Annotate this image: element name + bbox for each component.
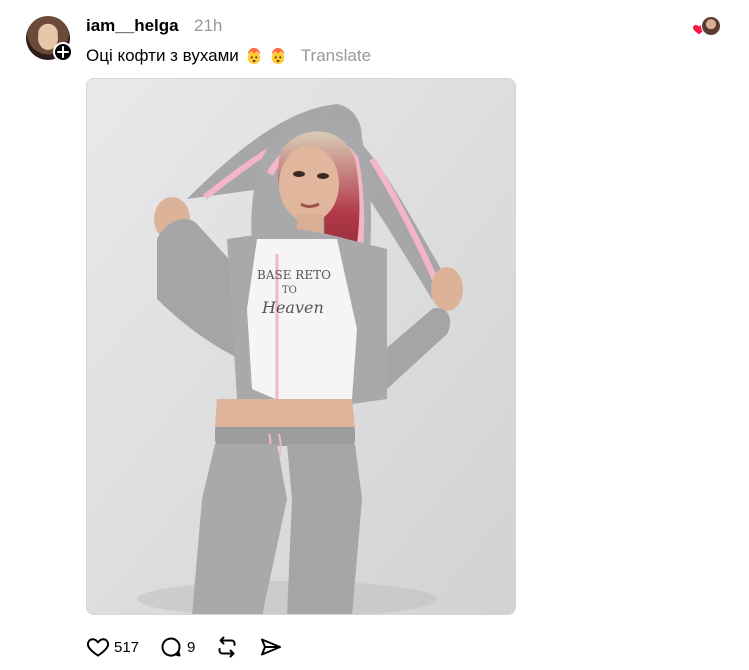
- reply-button[interactable]: 9: [159, 635, 195, 659]
- plus-icon: [57, 46, 69, 58]
- comment-icon: [161, 637, 181, 657]
- exploding-head-emoji: [247, 47, 261, 65]
- photo-illustration: BASE RETO TO Heaven: [87, 79, 515, 614]
- tshirt-text-line1: BASE RETO: [257, 268, 331, 282]
- post-action-bar: 517 9: [86, 634, 303, 660]
- heart-icon: [86, 638, 110, 657]
- translate-link[interactable]: Translate: [301, 46, 371, 66]
- repost-icon: [218, 636, 236, 658]
- reply-count: 9: [187, 638, 196, 656]
- repost-button[interactable]: [215, 635, 239, 659]
- like-count: 517: [114, 638, 140, 656]
- like-button[interactable]: 517: [86, 635, 139, 659]
- post-image[interactable]: BASE RETO TO Heaven: [86, 78, 516, 615]
- tshirt-text-line2: TO: [282, 285, 297, 296]
- caption-text: Оці кофти з вухами: [86, 46, 239, 65]
- liked-by-reactions[interactable]: [692, 16, 722, 38]
- reactor-avatar: [701, 16, 721, 36]
- post-caption: Оці кофти з вухами Translate: [86, 46, 371, 66]
- post-timestamp[interactable]: 21h: [194, 16, 222, 36]
- exploding-head-emoji: [271, 47, 285, 65]
- follow-button[interactable]: [53, 42, 73, 62]
- tshirt-text-line3: Heaven: [261, 298, 324, 317]
- send-icon: [261, 638, 282, 656]
- post-username[interactable]: iam__helga: [86, 16, 179, 36]
- share-button[interactable]: [259, 635, 283, 659]
